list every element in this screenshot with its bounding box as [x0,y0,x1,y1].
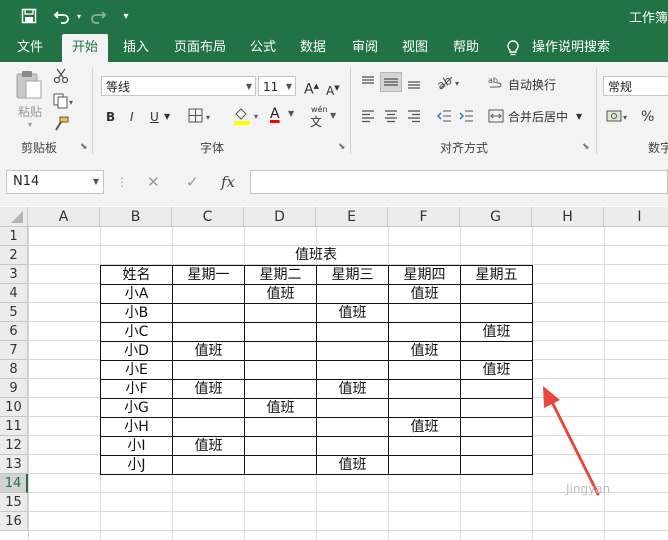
annotation-arrow [543,386,600,496]
watermark: Jingyan [566,482,611,496]
